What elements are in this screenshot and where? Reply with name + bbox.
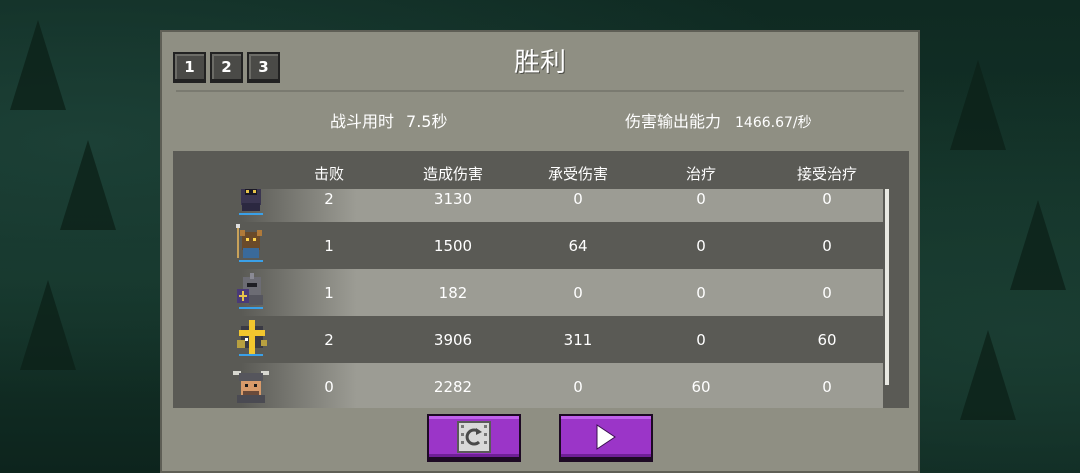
table-rows[interactable]: 2 3130 0 0 0 1 1500 64 0 0 1 182 0 0 0 2… [173,189,889,408]
healing-value: 0 [696,284,706,302]
kills-value: 2 [324,331,334,349]
dps-stat: 伤害输出能力 1466.67/秒 [625,108,812,132]
damage-dealt-value: 182 [438,284,468,302]
damage-dealt-value: 3906 [433,331,473,349]
damage-taken-value: 64 [568,237,588,255]
page-title: 胜利 [513,48,566,78]
battle-time-value: 7.5秒 [406,112,448,131]
stats-table: 击败 造成伤害 承受伤害 治疗 接受治疗 2 3130 0 0 0 1 1500… [173,151,909,408]
healing-received-value: 0 [822,237,832,255]
damage-dealt-value: 1500 [433,237,473,255]
kills-value: 2 [324,190,334,208]
healing-received-value: 60 [817,331,837,349]
battle-time-label: 战斗用时 [330,112,395,131]
damage-taken-value: 311 [563,331,593,349]
header-healing: 治疗 [685,165,717,183]
dark-knight-icon [239,189,263,215]
healing-value: 0 [696,190,706,208]
healing-value: 0 [696,237,706,255]
table-row: 0 2282 0 60 0 [233,363,883,408]
damage-taken-value: 0 [573,190,583,208]
damage-dealt-value: 3130 [433,190,473,208]
kills-value: 1 [324,284,334,302]
header-damage-taken: 承受伤害 [547,165,609,183]
table-row: 1 182 0 0 0 [237,269,883,316]
healing-received-value: 0 [822,284,832,302]
paladin-knight-icon [237,273,263,309]
spear-warrior-icon [236,224,263,262]
dps-value: 1466.67/秒 [735,115,812,131]
header-healing-received: 接受治疗 [796,165,858,183]
table-scrollbar[interactable] [885,189,889,385]
table-row: 2 3906 311 0 60 [237,316,883,363]
table-row: 1 1500 64 0 0 [236,222,883,269]
horned-viking-icon [233,371,269,403]
damage-dealt-value: 2282 [433,378,473,396]
healing-value: 0 [696,331,706,349]
dps-label: 伤害输出能力 [625,112,722,131]
table-row: 2 3130 0 0 0 [239,189,883,222]
header-kills: 击败 [313,165,345,183]
battle-time-stat: 战斗用时 7.5秒 [330,108,447,132]
healing-value: 60 [691,378,711,396]
holy-cross-knight-icon [237,320,267,356]
results-panel: 1 2 3 胜利 战斗用时 7.5秒 伤害输出能力 1466.67/秒 击败 造成伤… [160,30,920,473]
damage-taken-value: 0 [573,378,583,396]
next-button[interactable] [559,414,653,462]
table-header: 击败 造成伤害 承受伤害 治疗 接受治疗 [173,151,909,189]
healing-received-value: 0 [822,190,832,208]
healing-received-value: 0 [822,378,832,396]
kills-value: 0 [324,378,334,396]
kills-value: 1 [324,237,334,255]
play-arrow-icon [596,423,616,450]
damage-taken-value: 0 [573,284,583,302]
replay-icon [457,420,491,453]
replay-button[interactable] [427,414,521,462]
header-damage-dealt: 造成伤害 [422,165,484,183]
title-divider [176,90,904,92]
